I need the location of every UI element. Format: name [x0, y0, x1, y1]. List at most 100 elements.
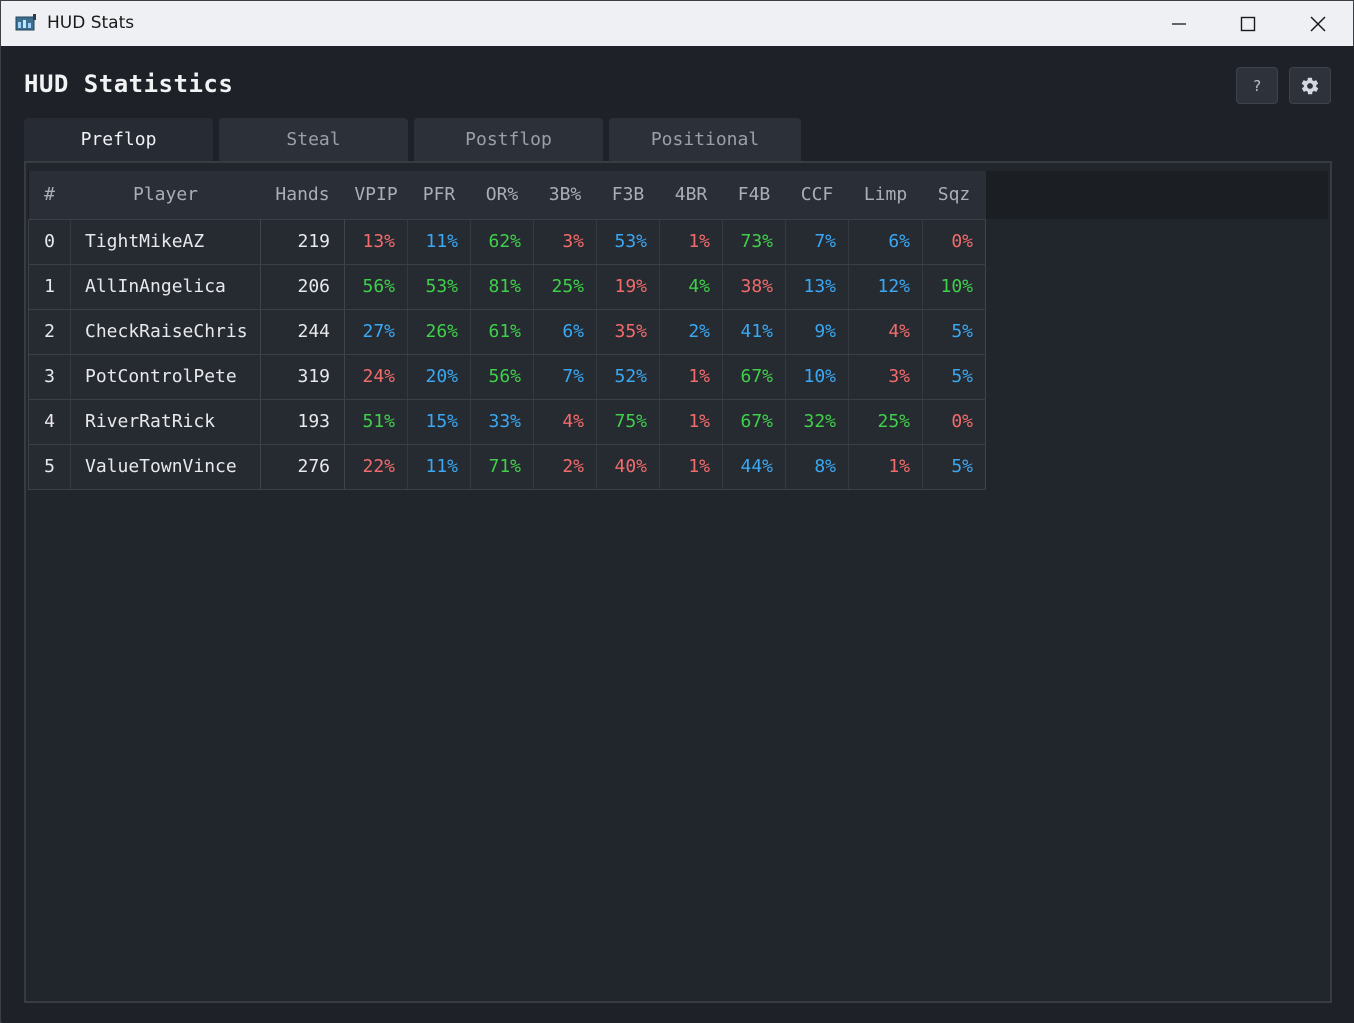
stat-sqz: 5% [922, 443, 986, 490]
close-icon [1310, 15, 1326, 32]
stat-sqz: 5% [922, 353, 986, 400]
minimize-button[interactable] [1144, 1, 1214, 46]
table-header-row: # Player Hands VPIP PFR OR% 3B% F3B 4BR F4B CCF Lim… [28, 171, 986, 219]
column-header-ccf[interactable]: CCF [785, 171, 849, 219]
hands-count: 319 [260, 353, 345, 400]
stat-sqz: 0% [922, 218, 986, 265]
stat-f4b: 44% [722, 443, 786, 490]
column-header-pfr[interactable]: PFR [407, 171, 471, 219]
row-index: 4 [28, 398, 71, 445]
tab-steal[interactable]: Steal [219, 118, 408, 161]
stat-ccf: 9% [785, 308, 849, 355]
minimize-icon [1172, 22, 1186, 25]
player-name: RiverRatRick [70, 398, 261, 445]
main-content: HUD Statistics ? Preflop Steal Postflop … [2, 46, 1354, 1023]
stat-vpip: 13% [344, 218, 408, 265]
table-row[interactable]: 5 ValueTownVince 276 22% 11% 71% 2% 40% 1% 44% 8% 1… [28, 443, 986, 490]
stat-limp: 3% [848, 353, 923, 400]
stat-or-pct: 56% [470, 353, 534, 400]
column-header-hands[interactable]: Hands [260, 171, 345, 219]
stat-vpip: 24% [344, 353, 408, 400]
stat-pfr: 11% [407, 218, 471, 265]
stat-or-pct: 71% [470, 443, 534, 490]
row-index: 1 [28, 263, 71, 310]
stats-panel: # Player Hands VPIP PFR OR% 3B% F3B 4BR F4B CCF Lim… [24, 161, 1332, 1003]
page-title: HUD Statistics [24, 70, 234, 98]
hands-count: 244 [260, 308, 345, 355]
app-window: HUD Stats HUD Statistics ? Preflop Steal… [0, 0, 1354, 1023]
stat-limp: 12% [848, 263, 923, 310]
column-header-index[interactable]: # [28, 171, 71, 219]
hands-count: 219 [260, 218, 345, 265]
stat-f4b: 73% [722, 218, 786, 265]
stat-f3b: 53% [596, 218, 660, 265]
stat-f3b: 19% [596, 263, 660, 310]
stat-3b-pct: 25% [533, 263, 597, 310]
stat-pfr: 53% [407, 263, 471, 310]
stat-f3b: 35% [596, 308, 660, 355]
row-index: 0 [28, 218, 71, 265]
stat-ccf: 7% [785, 218, 849, 265]
column-header-vpip[interactable]: VPIP [344, 171, 408, 219]
column-header-3b-pct[interactable]: 3B% [533, 171, 597, 219]
tab-preflop[interactable]: Preflop [24, 118, 213, 161]
stat-or-pct: 62% [470, 218, 534, 265]
column-header-f4b[interactable]: F4B [722, 171, 786, 219]
stat-3b-pct: 3% [533, 218, 597, 265]
stat-limp: 4% [848, 308, 923, 355]
stat-sqz: 10% [922, 263, 986, 310]
stat-vpip: 22% [344, 443, 408, 490]
stat-ccf: 10% [785, 353, 849, 400]
help-button[interactable]: ? [1236, 67, 1278, 104]
hands-count: 206 [260, 263, 345, 310]
hands-count: 276 [260, 443, 345, 490]
table-row[interactable]: 4 RiverRatRick 193 51% 15% 33% 4% 75% 1% 67% 32% 25… [28, 398, 986, 445]
player-name: ValueTownVince [70, 443, 261, 490]
row-index: 3 [28, 353, 71, 400]
tab-postflop[interactable]: Postflop [414, 118, 603, 161]
stat-4br: 4% [659, 263, 723, 310]
close-button[interactable] [1283, 1, 1353, 46]
settings-button[interactable] [1289, 67, 1331, 104]
stat-ccf: 13% [785, 263, 849, 310]
column-header-or-pct[interactable]: OR% [470, 171, 534, 219]
stat-or-pct: 61% [470, 308, 534, 355]
column-header-f3b[interactable]: F3B [596, 171, 660, 219]
column-header-player[interactable]: Player [70, 171, 261, 219]
column-header-sqz[interactable]: Sqz [922, 171, 986, 219]
tab-positional[interactable]: Positional [609, 118, 801, 161]
stat-sqz: 5% [922, 308, 986, 355]
player-name: TightMikeAZ [70, 218, 261, 265]
stat-vpip: 51% [344, 398, 408, 445]
stat-f4b: 38% [722, 263, 786, 310]
column-header-4br[interactable]: 4BR [659, 171, 723, 219]
window-title: HUD Stats [47, 13, 135, 33]
stat-f3b: 40% [596, 443, 660, 490]
title-bar[interactable]: HUD Stats [1, 1, 1353, 46]
player-name: AllInAngelica [70, 263, 261, 310]
stat-4br: 1% [659, 353, 723, 400]
app-icon [15, 14, 37, 32]
stat-limp: 25% [848, 398, 923, 445]
stat-f4b: 41% [722, 308, 786, 355]
stat-or-pct: 33% [470, 398, 534, 445]
table-body: 0 TightMikeAZ 219 13% 11% 62% 3% 53% 1% 73% 7% 6% 0%… [28, 218, 986, 490]
stat-or-pct: 81% [470, 263, 534, 310]
stats-table: # Player Hands VPIP PFR OR% 3B% F3B 4BR F4B CCF Lim… [28, 171, 986, 490]
stat-limp: 6% [848, 218, 923, 265]
stat-ccf: 32% [785, 398, 849, 445]
stat-f4b: 67% [722, 353, 786, 400]
table-row[interactable]: 1 AllInAngelica 206 56% 53% 81% 25% 19% 4% 38% 13%… [28, 263, 986, 310]
stat-pfr: 15% [407, 398, 471, 445]
stat-f4b: 67% [722, 398, 786, 445]
stat-4br: 1% [659, 398, 723, 445]
stat-vpip: 56% [344, 263, 408, 310]
maximize-button[interactable] [1213, 1, 1283, 46]
column-header-limp[interactable]: Limp [848, 171, 923, 219]
gear-icon [1301, 77, 1319, 94]
player-name: PotControlPete [70, 353, 261, 400]
table-row[interactable]: 2 CheckRaiseChris 244 27% 26% 61% 6% 35% 2% 41% 9%… [28, 308, 986, 355]
stat-pfr: 20% [407, 353, 471, 400]
table-row[interactable]: 3 PotControlPete 319 24% 20% 56% 7% 52% 1% 67% 10%… [28, 353, 986, 400]
table-row[interactable]: 0 TightMikeAZ 219 13% 11% 62% 3% 53% 1% 73% 7% 6% 0% [28, 218, 986, 265]
